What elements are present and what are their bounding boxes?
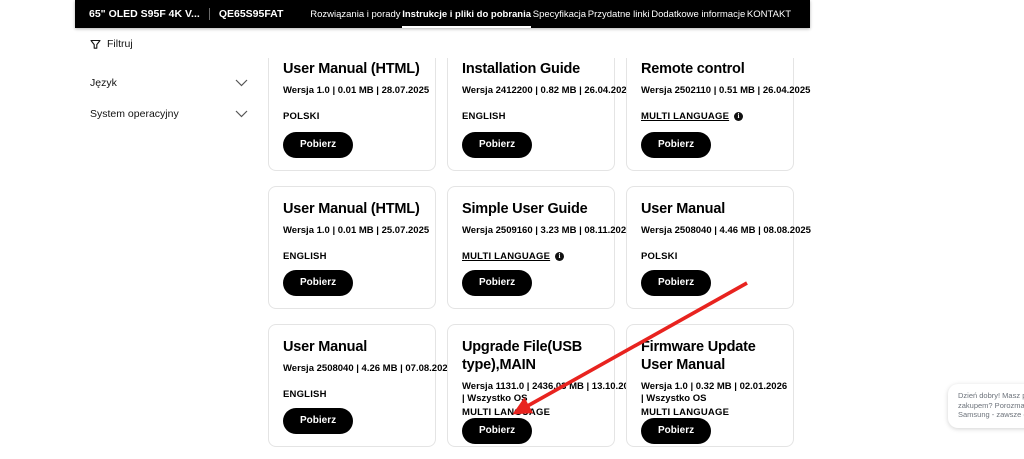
language-label: ENGLISH [283, 388, 327, 400]
product-nav-bar: 65" OLED S95F 4K V... QE65S95FAT Rozwiąz… [75, 0, 810, 28]
card-meta: Wersja 2412200 | 0.82 MB | 26.04.2025 [462, 85, 632, 96]
card-meta: Wersja 2508040 | 4.46 MB | 08.08.2025 [641, 225, 811, 236]
chat-line: zakupem? Porozmawiaj z [958, 400, 1024, 410]
chat-widget-bubble[interactable]: Dzień dobry! Masz pytania zakupem? Poroz… [948, 384, 1024, 428]
filter-title: Filtruj [107, 38, 133, 50]
language-label: MULTI LANGUAGE [641, 407, 730, 418]
download-button[interactable]: Pobierz [641, 418, 712, 444]
chat-line: Dzień dobry! Masz pytania [958, 391, 1024, 400]
card-meta: Wersja 2508040 | 4.26 MB | 07.08.2025 [283, 363, 453, 374]
card-title: Remote control [641, 61, 745, 77]
download-card: Remote control Wersja 2502110 | 0.51 MB … [626, 58, 811, 171]
filter-group-system-operacyjny[interactable]: System operacyjny [90, 108, 248, 120]
download-card: Firmware Update User Manual Wersja 1.0 |… [626, 324, 794, 447]
filter-toggle[interactable]: Filtruj [90, 38, 248, 50]
nav-item-rozwiazania[interactable]: Rozwiązania i porady [310, 0, 400, 28]
card-meta: Wersja 2509160 | 3.23 MB | 08.11.2025 [462, 225, 632, 236]
filter-group-jezyk[interactable]: Język [90, 77, 248, 89]
chevron-down-icon [235, 79, 248, 87]
download-button-upgrade-file[interactable]: Pobierz [462, 418, 533, 444]
card-language: MULTI LANGUAGE [462, 407, 601, 418]
card-title: Upgrade File(USB type),MAIN [462, 339, 583, 373]
chat-line: Samsung - zawsze chętnie [958, 410, 1024, 419]
card-meta-os: | Wszystko OS [462, 392, 528, 404]
download-card: User Manual Wersja 2508040 | 4.46 MB | 0… [626, 186, 811, 309]
downloads-grid: User Manual (HTML) Wersja 1.0 | 0.01 MB … [268, 58, 811, 447]
filter-group-label: Język [90, 77, 117, 89]
download-card: Upgrade File(USB type),MAIN Wersja 1131.… [447, 324, 640, 447]
card-language: ENGLISH [283, 251, 422, 262]
language-link[interactable]: MULTI LANGUAGE [641, 111, 729, 122]
download-button[interactable]: Pobierz [641, 132, 712, 158]
card-title: Simple User Guide [462, 201, 588, 217]
card-title: User Manual [641, 201, 726, 217]
card-language: POLSKI [283, 111, 422, 122]
card-language: MULTI LANGUAGE [641, 407, 780, 418]
card-language: MULTI LANGUAGE i [462, 251, 601, 262]
download-card: Simple User Guide Wersja 2509160 | 3.23 … [447, 186, 632, 309]
card-language: ENGLISH [462, 111, 601, 122]
funnel-icon [90, 39, 101, 49]
product-zone: 65" OLED S95F 4K V... QE65S95FAT [75, 0, 283, 28]
download-button[interactable]: Pobierz [283, 408, 354, 434]
card-meta: Wersja 1.0 | 0.01 MB | 28.07.2025 [283, 85, 430, 96]
product-name: 65" OLED S95F 4K V... [89, 8, 200, 20]
download-button[interactable]: Pobierz [641, 270, 712, 296]
card-meta-os: | Wszystko OS [641, 392, 707, 404]
chevron-down-icon [235, 110, 248, 118]
card-language: POLSKI [641, 251, 780, 262]
card-title: User Manual (HTML) [283, 201, 420, 217]
language-label: POLSKI [641, 250, 678, 262]
download-card: Installation Guide Wersja 2412200 | 0.82… [447, 58, 632, 171]
nav-item-instrukcje-active[interactable]: Instrukcje i pliki do pobrania [402, 0, 532, 28]
download-button[interactable]: Pobierz [283, 132, 354, 158]
card-meta: Wersja 1131.0 | 2436.03 MB | 13.10.2025 [462, 381, 640, 392]
card-title: User Manual (HTML) [283, 61, 420, 77]
download-card: User Manual Wersja 2508040 | 4.26 MB | 0… [268, 324, 453, 447]
download-button[interactable]: Pobierz [283, 270, 354, 296]
download-button[interactable]: Pobierz [462, 270, 533, 296]
card-language: ENGLISH [283, 389, 422, 400]
language-label: ENGLISH [462, 110, 506, 122]
card-meta: Wersja 1.0 | 0.01 MB | 25.07.2025 [283, 225, 430, 236]
card-title: Installation Guide [462, 61, 581, 77]
nav-item-dodatkowe-informacje[interactable]: Dodatkowe informacje [651, 0, 745, 28]
product-nav: Rozwiązania i porady Instrukcje i pliki … [283, 0, 810, 28]
language-label: ENGLISH [283, 250, 327, 262]
card-language: MULTI LANGUAGE i [641, 111, 780, 122]
nav-item-specyfikacja[interactable]: Specyfikacja [533, 0, 586, 28]
download-card: User Manual (HTML) Wersja 1.0 | 0.01 MB … [268, 186, 436, 309]
language-link[interactable]: MULTI LANGUAGE [462, 251, 550, 262]
language-label: MULTI LANGUAGE [462, 407, 551, 418]
divider [208, 8, 210, 20]
card-title: User Manual [283, 339, 368, 355]
nav-item-kontakt[interactable]: KONTAKT [747, 0, 791, 28]
model-code: QE65S95FAT [218, 8, 284, 20]
nav-item-przydatne-linki[interactable]: Przydatne linki [588, 0, 650, 28]
info-icon[interactable]: i [555, 251, 565, 261]
filter-group-label: System operacyjny [90, 108, 179, 120]
info-icon[interactable]: i [734, 111, 744, 121]
card-meta: Wersja 1.0 | 0.32 MB | 02.01.2026 [641, 381, 788, 392]
filter-sidebar: Filtruj Język System operacyjny [90, 38, 248, 120]
download-button[interactable]: Pobierz [462, 132, 533, 158]
card-meta: Wersja 2502110 | 0.51 MB | 26.04.2025 [641, 85, 811, 96]
card-title: Firmware Update User Manual [641, 339, 756, 373]
language-label: POLSKI [283, 110, 320, 122]
download-card: User Manual (HTML) Wersja 1.0 | 0.01 MB … [268, 58, 436, 171]
